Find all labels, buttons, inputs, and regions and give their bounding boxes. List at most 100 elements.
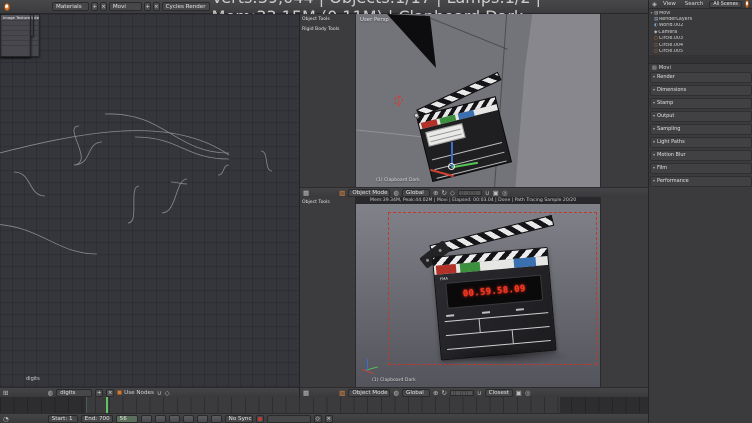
datablock-name[interactable]: RenderLayers	[659, 17, 752, 22]
panel-header[interactable]: Film	[651, 164, 751, 171]
snap-magnet-icon[interactable]: ∪	[485, 189, 490, 197]
properties-tab-icon[interactable]	[735, 55, 743, 63]
orientation-select[interactable]: Global	[402, 389, 430, 397]
mode-select[interactable]: Object Mode	[348, 389, 390, 397]
panel-header[interactable]: Motion Blur	[651, 151, 751, 158]
close-scene-button[interactable]: ×	[153, 2, 160, 11]
shading-sphere-icon[interactable]: ◍	[393, 389, 399, 397]
outliner-row[interactable]: ▾ ▧ Movi ◉ ⊕ ◆	[649, 10, 752, 16]
panel-header[interactable]: Dimensions	[651, 86, 751, 93]
properties-tab-icon[interactable]	[667, 55, 675, 63]
properties-tab-icon[interactable]	[676, 55, 684, 63]
playback-button[interactable]	[141, 415, 152, 423]
sync-mode-select[interactable]: No Sync	[225, 415, 253, 423]
end-frame-field[interactable]: End: 700	[81, 415, 113, 423]
manipulator-rotate-icon[interactable]: ↻	[441, 389, 446, 397]
node-row[interactable]	[2, 36, 29, 41]
outliner-row[interactable]: ○ Circle.004 ◉ ⊕ ◆	[649, 42, 752, 48]
unlink-material-button[interactable]: ×	[106, 389, 114, 397]
manipulator-rotate-icon[interactable]: ↻	[441, 189, 446, 197]
editor-type-icon[interactable]: ▦	[303, 389, 309, 397]
render-image-icon[interactable]: ◎	[525, 389, 531, 397]
outliner-row[interactable]: ○ Circle.005 ◉ ⊕ ◆	[649, 48, 752, 54]
rigid-body-panel-title[interactable]: Rigid Body Tools	[302, 27, 353, 32]
datablock-name[interactable]: Camera	[658, 30, 752, 35]
outliner-scope-select[interactable]: All Scenes	[709, 1, 742, 8]
datablock-name[interactable]: Circle.004	[659, 43, 752, 48]
properties-tab-icon[interactable]	[701, 55, 709, 63]
properties-tab-icon[interactable]	[684, 55, 692, 63]
panel-header[interactable]: Sampling	[651, 125, 751, 132]
outliner-view-menu[interactable]: View	[660, 1, 679, 7]
viewport-bottom[interactable]: Object Tools FMA 00.59.58.09	[300, 197, 648, 397]
blender-logo-icon[interactable]	[4, 3, 10, 11]
use-nodes-checkbox[interactable]: Use Nodes	[117, 390, 154, 396]
keying-set-remove-icon[interactable]: ×	[325, 415, 333, 423]
panel-expand-icon[interactable]	[653, 139, 655, 145]
node-row[interactable]	[2, 21, 29, 26]
editor-type-icon[interactable]: ◔	[3, 415, 9, 423]
render-camera-icon[interactable]: ▣	[493, 189, 499, 197]
render-camera-icon[interactable]: ▣	[516, 389, 522, 397]
render-engine-select[interactable]: Cycles Render	[162, 2, 210, 11]
playback-button[interactable]	[169, 415, 180, 423]
add-material-button[interactable]: +	[95, 389, 103, 397]
outliner-row[interactable]: ◆ Camera ◉ ⊕ ◆	[649, 29, 752, 35]
playback-button[interactable]	[183, 415, 194, 423]
tool-shelf-panel-title[interactable]: Object Tools	[302, 17, 353, 22]
close-layout-button[interactable]: ×	[100, 2, 107, 11]
auto-keyframe-button[interactable]	[256, 415, 264, 423]
playback-button[interactable]	[155, 415, 166, 423]
panel-expand-icon[interactable]	[653, 113, 655, 119]
viewport-canvas[interactable]: User Persp (1) Clapboard Dark	[356, 14, 600, 187]
snap-magnet-icon[interactable]: ∪	[477, 389, 482, 397]
properties-tab-icon[interactable]	[744, 55, 752, 63]
keying-set-add-icon[interactable]: ◇	[314, 415, 322, 423]
shader-node[interactable]: Image Texture	[0, 14, 31, 57]
panel-expand-icon[interactable]	[653, 100, 655, 106]
panel-expand-icon[interactable]	[653, 178, 655, 184]
manipulator-translate-icon[interactable]: ⊕	[433, 189, 438, 197]
datablock-name[interactable]: Circle.005	[659, 49, 752, 54]
add-layout-button[interactable]: +	[91, 2, 98, 11]
editor-type-icon[interactable]: ⊞	[3, 389, 8, 397]
datablock-name[interactable]: Circle.003	[659, 36, 752, 41]
panel-header[interactable]: Performance	[651, 177, 751, 184]
screen-layout-select[interactable]: Materials	[52, 2, 89, 11]
playback-button[interactable]	[211, 415, 222, 423]
viewport-canvas[interactable]: FMA 00.59.58.09 Mem:39.34M, Peak:44.02M …	[356, 197, 600, 387]
outliner-row[interactable]: ▤ RenderLayers ◉ ⊕ ◆	[649, 16, 752, 22]
properties-tab-icon[interactable]	[710, 55, 718, 63]
datablock-name[interactable]: Movi	[659, 11, 752, 16]
material-name-field[interactable]: digits	[56, 389, 92, 397]
datablock-name[interactable]: World.002	[659, 23, 752, 28]
gizmo-center[interactable]	[448, 163, 455, 170]
panel-header[interactable]: Light Paths	[651, 138, 751, 145]
render-image-icon[interactable]: ◎	[502, 189, 508, 197]
panel-expand-icon[interactable]	[653, 74, 655, 80]
properties-tab-icon[interactable]	[693, 55, 701, 63]
viewport-top[interactable]: Object Tools Rigid Body Tools	[300, 14, 648, 197]
editor-type-icon[interactable]: ◈	[652, 0, 657, 8]
panel-header[interactable]: Output	[651, 112, 751, 119]
panel-expand-icon[interactable]	[653, 152, 655, 158]
node-row[interactable]	[2, 41, 29, 46]
panel-expand-icon[interactable]	[653, 165, 655, 171]
playback-button[interactable]	[197, 415, 208, 423]
outliner-search-menu[interactable]: Search	[682, 1, 707, 7]
outliner-row[interactable]: ○ Circle.003 ◉ ⊕ ◆	[649, 36, 752, 42]
orientation-select[interactable]: Global	[402, 189, 430, 197]
node-editor[interactable]: Texture Coordinate combined Glossy BSDF …	[0, 14, 300, 397]
panel-header[interactable]: Stamp	[651, 99, 751, 106]
snap-magnet-icon[interactable]: ∪	[157, 389, 162, 397]
panel-header[interactable]: Render	[651, 73, 751, 80]
panel-expand-icon[interactable]	[653, 87, 655, 93]
keying-set-field[interactable]	[267, 415, 311, 423]
node-row[interactable]	[2, 46, 29, 51]
properties-tab-icon[interactable]	[659, 55, 667, 63]
add-scene-button[interactable]: +	[144, 2, 151, 11]
panel-expand-icon[interactable]	[653, 126, 655, 132]
misc-icon[interactable]: ◇	[165, 389, 170, 397]
outliner-row[interactable]: ◐ World.002 ◉ ⊕ ◆	[649, 23, 752, 29]
shading-sphere-icon[interactable]: ◍	[393, 189, 399, 197]
